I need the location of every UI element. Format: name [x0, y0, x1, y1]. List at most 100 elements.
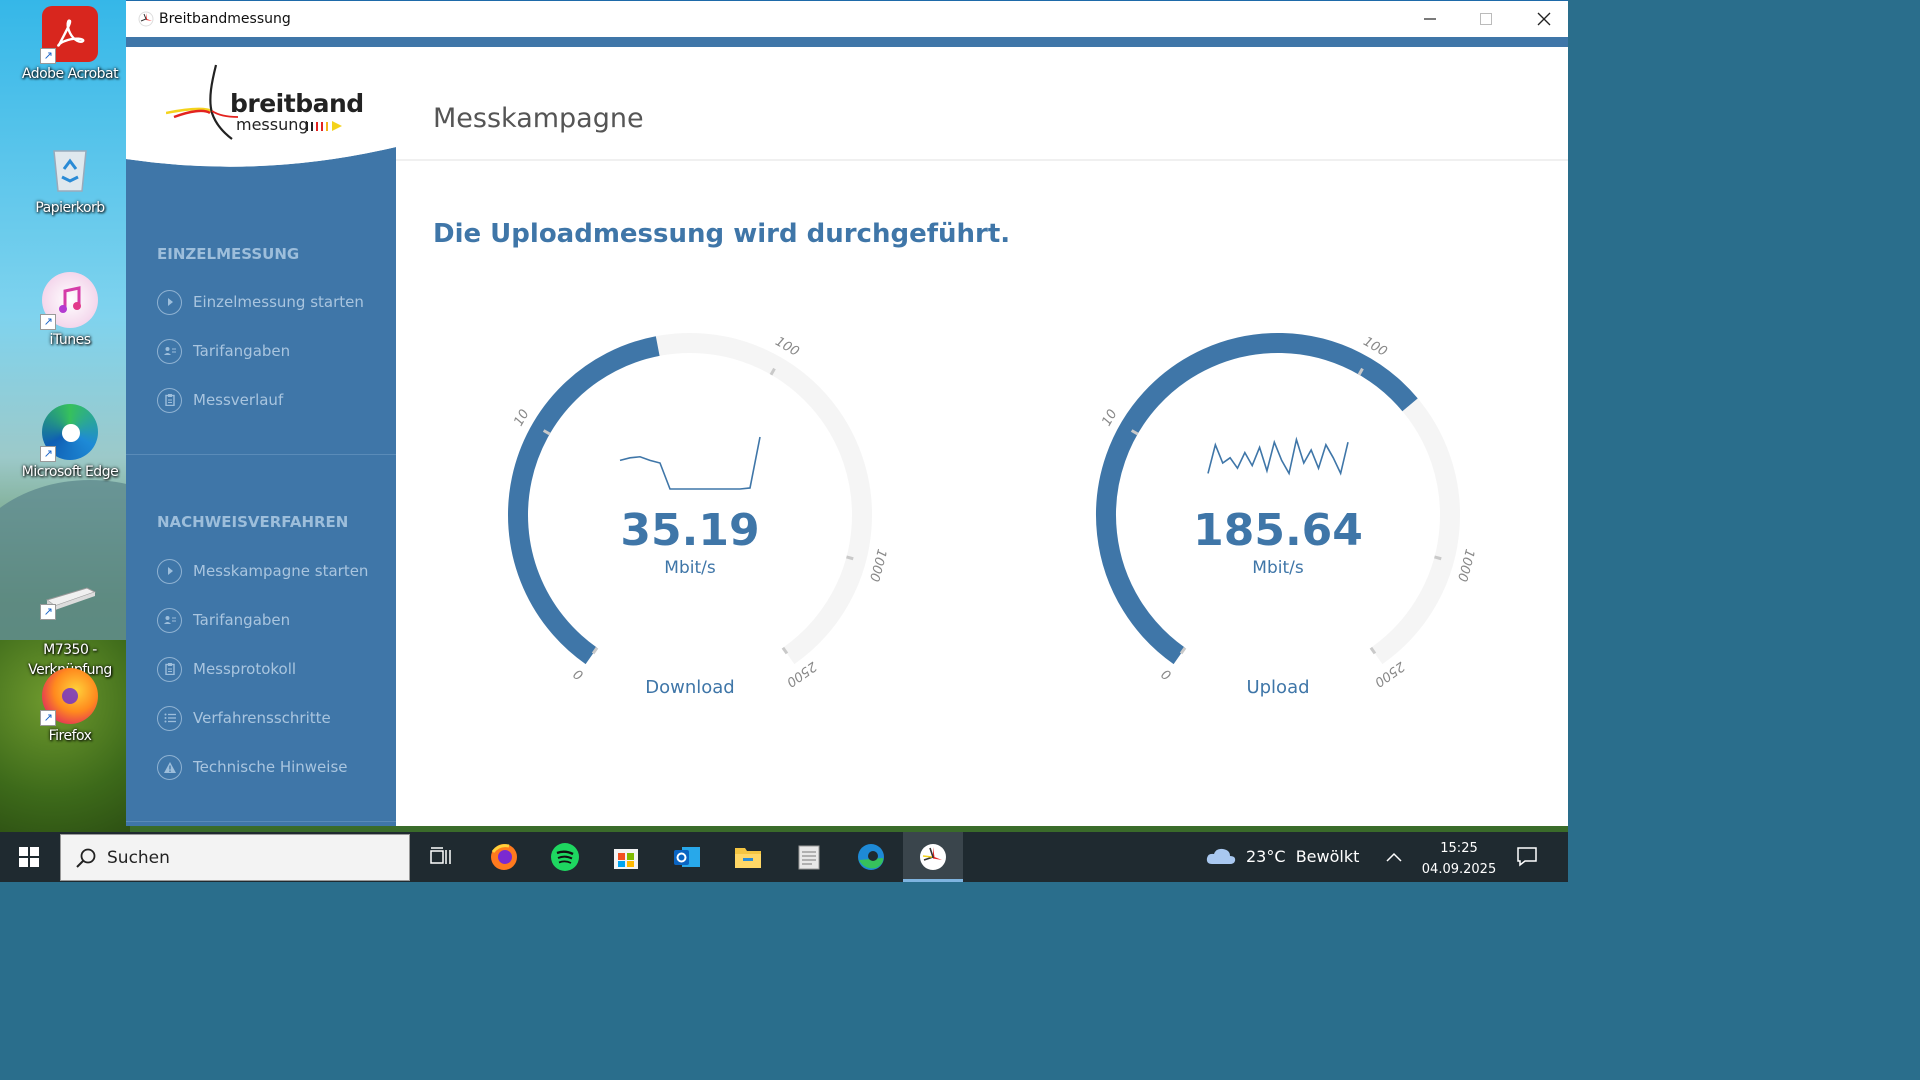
folder-icon — [735, 848, 761, 868]
measurement-status: Die Uploadmessung wird durchgeführt. — [433, 219, 1011, 249]
start-button[interactable] — [0, 832, 58, 882]
spotify-icon — [551, 843, 579, 871]
weather-widget[interactable]: 23°C Bewölkt — [1206, 846, 1359, 866]
clipboard-icon — [157, 387, 182, 413]
close-button[interactable] — [1515, 1, 1573, 37]
upload-tick-label: 0 — [1159, 665, 1174, 682]
desktop-icon-adobe-acrobat[interactable]: ↗ Adobe Acrobat — [14, 6, 126, 84]
desktop-icon-label: Papierkorb — [35, 200, 105, 216]
taskbar-spotify[interactable] — [548, 840, 582, 874]
download-speed-value: 35.19 — [620, 505, 759, 556]
taskbar-notepad[interactable] — [792, 840, 826, 874]
nav-tarifangaben-2[interactable]: Tarifangaben — [157, 606, 387, 634]
nav-messkampagne-starten[interactable]: Messkampagne starten — [157, 557, 387, 585]
user-card-icon — [157, 607, 182, 633]
taskbar-microsoft-store[interactable] — [609, 840, 643, 874]
desktop-icon-microsoft-edge[interactable]: ↗ Microsoft Edge — [14, 404, 126, 482]
list-icon — [157, 705, 182, 731]
desktop-icon-itunes[interactable]: ↗ iTunes — [14, 272, 126, 350]
task-view-icon — [430, 847, 451, 864]
edge-icon: ↗ — [40, 404, 98, 462]
desktop-icon-label: Microsoft Edge — [21, 464, 119, 480]
download-gauge-label: Download — [645, 677, 734, 698]
recycle-bin-icon — [42, 140, 98, 196]
window-title: Breitbandmessung — [159, 11, 291, 27]
windows-logo-icon — [19, 847, 39, 867]
section-title-nachweisverfahren: NACHWEISVERFAHREN — [157, 513, 349, 531]
taskbar: Suchen 23°C Bewölkt 15:25 04.09.2025 — [0, 832, 1568, 882]
taskbar-search[interactable]: Suchen — [60, 834, 410, 881]
taskbar-file-explorer[interactable] — [731, 840, 765, 874]
sidebar: breitband messung EINZELMESSUNG Einzelme… — [126, 47, 396, 826]
logo-text-messung: messung — [236, 115, 309, 134]
notification-center-icon[interactable] — [1516, 845, 1538, 867]
clock[interactable]: 15:25 04.09.2025 — [1420, 838, 1498, 880]
breitbandmessung-icon — [920, 844, 946, 870]
nav-verfahrensschritte[interactable]: Verfahrensschritte — [157, 704, 387, 732]
router-icon: ↗ — [40, 576, 98, 620]
weather-text: 23°C Bewölkt — [1246, 846, 1360, 866]
download-tick-label: 10 — [511, 407, 532, 429]
taskbar-breitbandmessung[interactable] — [903, 832, 963, 882]
app-logo-icon — [138, 11, 154, 27]
upload-speed-value: 185.64 — [1193, 505, 1363, 556]
download-tick-label: 2500 — [783, 658, 819, 689]
desktop-icon-firefox[interactable]: ↗ Firefox — [14, 668, 126, 746]
download-speed-unit: Mbit/s — [664, 558, 716, 578]
section-title-einzelmessung: EINZELMESSUNG — [157, 245, 300, 263]
upload-gauge-fill — [1096, 333, 1418, 665]
nav-tarifangaben-1[interactable]: Tarifangaben — [157, 337, 387, 365]
upload-tick-label: 10 — [1099, 407, 1120, 429]
taskbar-outlook[interactable] — [670, 840, 704, 874]
speed-gauges: 0101001000250035.19Mbit/sDownload0101001… — [508, 333, 1477, 698]
download-tick-label: 1000 — [866, 547, 889, 583]
chevron-up-icon — [1386, 852, 1402, 862]
search-icon — [76, 848, 96, 868]
minimize-icon — [1424, 18, 1436, 20]
desktop-icon-label: Adobe Acrobat — [21, 66, 119, 82]
taskbar-firefox[interactable] — [487, 840, 521, 874]
logo-bars-icon — [306, 121, 342, 131]
search-placeholder: Suchen — [107, 848, 170, 868]
cloud-icon — [1206, 848, 1236, 864]
desktop-icon-label: Firefox — [48, 728, 92, 744]
play-icon — [157, 558, 182, 584]
show-hidden-icons-button[interactable] — [1386, 847, 1402, 866]
desktop-icon-m7350[interactable]: ↗ M7350 - Verknüpfung — [14, 556, 126, 680]
download-tick-label: 0 — [571, 665, 586, 682]
microsoft-store-icon — [614, 849, 638, 869]
upload-gauge-label: Upload — [1246, 677, 1309, 698]
page-title: Messkampagne — [433, 103, 644, 134]
firefox-icon — [491, 844, 517, 870]
adobe-acrobat-icon: ↗ — [40, 6, 98, 64]
upload-tick-label: 1000 — [1454, 547, 1477, 583]
notepad-icon — [798, 845, 820, 870]
upload-tick-mark — [1434, 555, 1442, 561]
task-view-button[interactable] — [424, 840, 458, 874]
outlook-icon — [674, 847, 700, 867]
play-icon — [157, 289, 182, 315]
nav-messverlauf[interactable]: Messverlauf — [157, 386, 387, 414]
title-bar[interactable]: Breitbandmessung — [126, 0, 1568, 37]
main-content: Messkampagne Die Uploadmessung wird durc… — [396, 47, 1568, 826]
desktop-icon-recycle-bin[interactable]: Papierkorb — [14, 140, 126, 218]
clock-date: 04.09.2025 — [1421, 862, 1497, 877]
itunes-icon: ↗ — [40, 272, 98, 330]
nav-technische-hinweise[interactable]: Technische Hinweise — [157, 753, 387, 781]
maximize-icon — [1480, 13, 1492, 25]
nav-messprotokoll[interactable]: Messprotokoll — [157, 655, 387, 683]
clock-time: 15:25 — [1440, 841, 1478, 856]
maximize-button[interactable] — [1457, 1, 1515, 37]
user-card-icon — [157, 338, 182, 364]
firefox-icon: ↗ — [40, 668, 98, 726]
download-sparkline — [619, 436, 761, 490]
nav-einzelmessung-starten[interactable]: Einzelmessung starten — [157, 288, 387, 316]
minimize-button[interactable] — [1401, 1, 1459, 37]
clipboard-icon — [157, 656, 182, 682]
close-icon — [1537, 12, 1551, 26]
warning-icon — [157, 754, 182, 780]
upload-sparkline — [1207, 436, 1349, 476]
taskbar-edge[interactable] — [854, 840, 888, 874]
logo-text-breitband: breitband — [230, 89, 364, 118]
desktop-icon-label: iTunes — [49, 332, 91, 348]
